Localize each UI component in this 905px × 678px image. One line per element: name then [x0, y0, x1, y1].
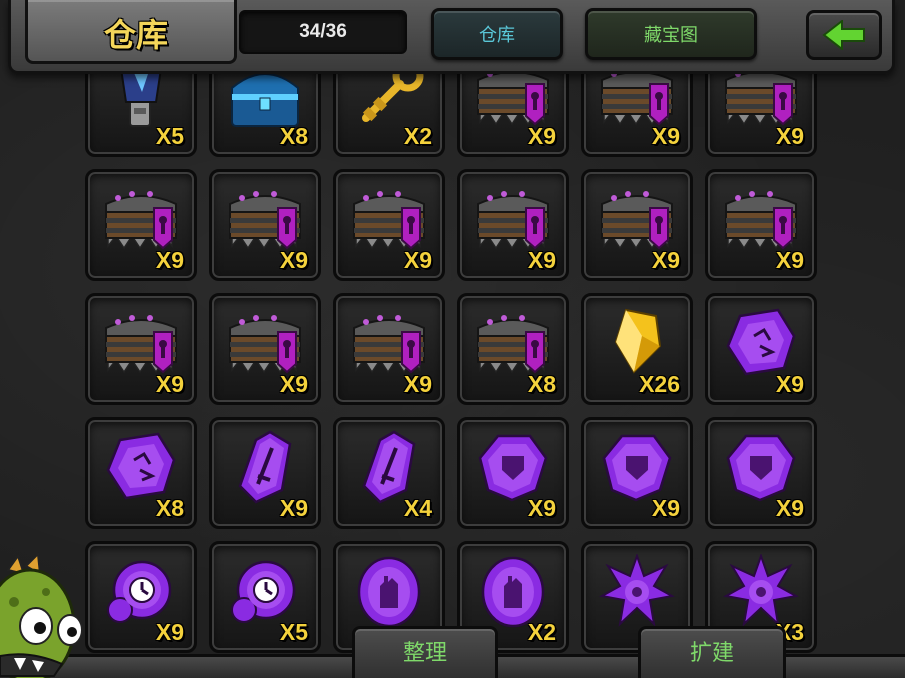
- purple-shield-gem-icon: [722, 430, 800, 504]
- inventory-slot[interactable]: X9: [705, 417, 817, 529]
- item-count: X9: [527, 247, 556, 273]
- inventory-slot[interactable]: X9: [333, 169, 445, 281]
- item-count: X9: [775, 495, 804, 521]
- purple-clock-gem-icon: [226, 554, 304, 628]
- item-count: X9: [527, 123, 556, 149]
- page-title: 仓库: [104, 16, 169, 54]
- locked-chest-icon: [226, 182, 304, 256]
- item-count: X5: [279, 619, 308, 645]
- locked-chest-icon: [598, 182, 676, 256]
- item-count: X9: [403, 247, 432, 273]
- item-count: X9: [155, 247, 184, 273]
- item-count: X9: [775, 247, 804, 273]
- inventory-slot[interactable]: X9: [581, 169, 693, 281]
- item-count: X8: [527, 371, 556, 397]
- purple-tower-gem-icon: [350, 554, 428, 628]
- locked-chest-icon: [102, 182, 180, 256]
- purple-tower-gem-icon: [474, 554, 552, 628]
- locked-chest-icon: [102, 306, 180, 380]
- inventory-slot[interactable]: X9: [209, 169, 321, 281]
- inventory-slot[interactable]: X9: [85, 293, 197, 405]
- tab-treasure-map[interactable]: 藏宝图: [585, 8, 757, 60]
- inventory-slot[interactable]: X8: [457, 293, 569, 405]
- inventory-slot[interactable]: X8: [85, 417, 197, 529]
- item-count: X8: [155, 495, 184, 521]
- purple-star-gem-icon: [722, 552, 800, 628]
- gold-gem-icon: [598, 306, 676, 380]
- locked-chest-icon: [350, 182, 428, 256]
- inventory-slot[interactable]: X9: [705, 169, 817, 281]
- locked-chest-icon: [350, 306, 428, 380]
- title-plate: 仓库: [25, 0, 237, 64]
- item-count: X4: [403, 495, 432, 521]
- item-count: X9: [279, 247, 308, 273]
- inventory-slot[interactable]: X9: [333, 293, 445, 405]
- inventory-slot[interactable]: X26: [581, 293, 693, 405]
- item-count: X9: [651, 247, 680, 273]
- item-count: X9: [155, 619, 184, 645]
- locked-chest-icon: [722, 182, 800, 256]
- inventory-slot[interactable]: X9: [705, 293, 817, 405]
- item-count: X9: [403, 371, 432, 397]
- arrow-left-icon: [822, 20, 865, 50]
- item-count: X9: [651, 123, 680, 149]
- purple-star-gem-icon: [598, 552, 676, 628]
- inventory-slot[interactable]: X9: [85, 169, 197, 281]
- purple-shield-gem-icon: [598, 430, 676, 504]
- capacity-counter: 34/36: [239, 10, 407, 54]
- inventory-slot[interactable]: X9: [581, 417, 693, 529]
- purple-rune-stone-icon: [102, 430, 180, 504]
- purple-clock-gem-icon: [102, 554, 180, 628]
- item-count: X9: [651, 495, 680, 521]
- inventory-slot[interactable]: X5: [209, 541, 321, 653]
- inventory-slot[interactable]: X9: [209, 293, 321, 405]
- top-bar: 仓库 34/36 仓库 藏宝图: [8, 0, 895, 74]
- purple-sword-gem-icon: [350, 430, 428, 504]
- item-count: X2: [527, 619, 556, 645]
- inventory-slot[interactable]: X9: [457, 417, 569, 529]
- locked-chest-icon: [226, 306, 304, 380]
- item-count: X9: [775, 123, 804, 149]
- locked-chest-icon: [474, 306, 552, 380]
- purple-rune-stone-icon: [722, 306, 800, 380]
- inventory-slot[interactable]: X9: [85, 541, 197, 653]
- inventory-slot[interactable]: X9: [209, 417, 321, 529]
- item-count: X2: [403, 123, 432, 149]
- item-count: X9: [775, 371, 804, 397]
- item-count: X9: [279, 371, 308, 397]
- sort-button[interactable]: 整理: [352, 626, 498, 678]
- item-count: X8: [279, 123, 308, 149]
- item-count: X9: [527, 495, 556, 521]
- purple-sword-gem-icon: [226, 430, 304, 504]
- inventory-slot[interactable]: X9: [457, 169, 569, 281]
- expand-button[interactable]: 扩建: [638, 626, 786, 678]
- back-button[interactable]: [806, 10, 882, 60]
- item-count: X5: [155, 123, 184, 149]
- item-count: X9: [155, 371, 184, 397]
- game-screen: X5 X8 X2 X9 X9 X9 X9 X9 X9 X9 X9 X9 X9 X9 X9 X8 X26 X9 X8 X…: [0, 0, 905, 678]
- item-count: X26: [639, 371, 680, 397]
- item-count: X9: [279, 495, 308, 521]
- purple-shield-gem-icon: [474, 430, 552, 504]
- locked-chest-icon: [474, 182, 552, 256]
- inventory-grid: X5 X8 X2 X9 X9 X9 X9 X9 X9 X9 X9 X9 X9 X9 X9 X8 X26 X9 X8 X…: [85, 45, 825, 653]
- monster-mascot-icon: [0, 552, 83, 678]
- inventory-slot[interactable]: X4: [333, 417, 445, 529]
- tab-warehouse[interactable]: 仓库: [431, 8, 563, 60]
